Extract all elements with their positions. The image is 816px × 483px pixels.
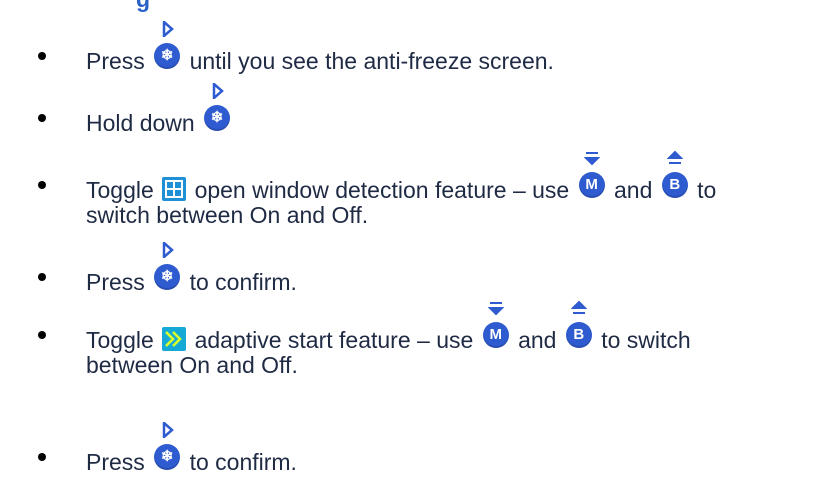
bullet	[38, 331, 46, 339]
item-line: Toggle adaptive start feature – use M an…	[86, 300, 691, 353]
item-text-after: until you see the anti-freeze screen.	[189, 48, 554, 74]
snowflake-glyph: ❄	[160, 268, 174, 285]
b-letter: B	[669, 176, 681, 193]
m-letter: M	[489, 326, 502, 343]
item-text-before: Press	[86, 449, 145, 475]
snowflake-ok-button-icon: ❄	[154, 242, 181, 290]
item-line: Press ❄ to confirm.	[86, 242, 297, 295]
m-down-button-icon: M	[482, 302, 509, 348]
item-text-before: Hold down	[86, 110, 195, 136]
snowflake-glyph: ❄	[160, 448, 174, 465]
item-line: Press ❄ to confirm.	[86, 422, 297, 475]
bullet	[38, 114, 46, 122]
item-text-middle1: open window detection feature – use	[194, 177, 576, 203]
item-continuation: switch between On and Off.	[86, 202, 369, 228]
list-item: Press ❄ until you see the anti-freeze sc…	[0, 21, 816, 74]
item-text-before: Toggle	[86, 327, 154, 353]
snowflake-glyph: ❄	[210, 109, 224, 126]
b-up-button-icon: B	[661, 150, 688, 198]
bullet	[38, 52, 46, 60]
item-text-middle1: adaptive start feature – use	[194, 327, 480, 353]
snowflake-glyph: ❄	[160, 47, 174, 64]
snowflake-ok-button-icon: ❄	[154, 21, 181, 69]
bullet	[38, 453, 46, 461]
item-text-before: Press	[86, 48, 145, 74]
list-item: Toggle adaptive start feature – use M an…	[0, 300, 816, 380]
item-line: Hold down ❄	[86, 83, 233, 136]
item-text-after: to switch	[601, 327, 691, 353]
snowflake-ok-button-icon: ❄	[154, 422, 181, 470]
snowflake-ok-button-icon: ❄	[204, 83, 231, 131]
b-letter: B	[573, 326, 585, 343]
item-continuation: between On and Off.	[86, 352, 298, 378]
bullet	[38, 181, 46, 189]
list-item: Press ❄ to confirm.	[0, 242, 816, 295]
bullet	[38, 273, 46, 281]
item-line: Toggle open window detection feature – u…	[86, 150, 717, 203]
item-text-middle2: and	[518, 327, 563, 353]
item-text-after: to confirm.	[189, 269, 297, 295]
item-text-after: to	[697, 177, 717, 203]
open-window-detection-icon	[162, 177, 187, 201]
b-up-button-icon: B	[565, 300, 592, 348]
list-item: Toggle open window detection feature – u…	[0, 150, 816, 230]
list-item: Hold down ❄	[0, 83, 816, 136]
item-text-after: to confirm.	[189, 449, 297, 475]
adaptive-start-icon	[162, 327, 187, 351]
item-line: Press ❄ until you see the anti-freeze sc…	[86, 21, 554, 74]
item-text-before: Toggle	[86, 177, 154, 203]
item-text-middle2: and	[614, 177, 659, 203]
list-item: Press ❄ to confirm.	[0, 422, 816, 475]
item-text-before: Press	[86, 269, 145, 295]
heading-fragment: g	[136, 0, 150, 13]
m-down-button-icon: M	[578, 152, 605, 198]
m-letter: M	[585, 176, 598, 193]
